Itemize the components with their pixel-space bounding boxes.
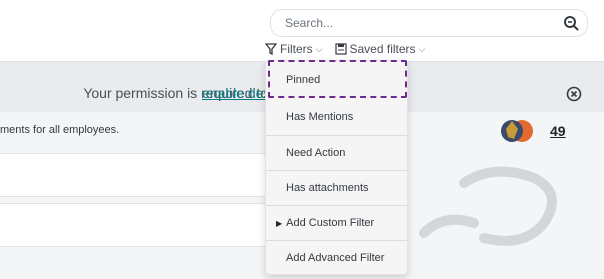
filter-icon bbox=[265, 43, 277, 55]
filters-label: Filters bbox=[280, 42, 313, 56]
saved-filters-toggle[interactable]: Saved filters ⌵ bbox=[334, 42, 426, 56]
message-text: ments for all employees. bbox=[0, 124, 120, 136]
filter-pinned[interactable]: Pinned bbox=[266, 62, 407, 97]
chevron-down-icon: ⌵ bbox=[418, 43, 426, 54]
filters-toggle[interactable]: Filters ⌵ bbox=[265, 42, 323, 56]
enable-notifications-link[interactable]: enable desktop notifications bbox=[202, 85, 268, 101]
add-advanced-filter[interactable]: Add Advanced Filter bbox=[266, 240, 407, 275]
close-icon[interactable] bbox=[566, 86, 582, 102]
caret-right-icon: ▶ bbox=[276, 218, 283, 228]
chevron-down-icon: ⌵ bbox=[315, 43, 323, 54]
filter-has-mentions[interactable]: Has Mentions bbox=[266, 99, 407, 134]
search-box[interactable] bbox=[270, 9, 588, 37]
search-icon[interactable] bbox=[563, 15, 579, 31]
add-custom-filter[interactable]: ▶ Add Custom Filter bbox=[266, 205, 407, 240]
filter-toolbar: Filters ⌵ Saved filters ⌵ bbox=[265, 40, 437, 58]
search-input[interactable] bbox=[285, 16, 545, 30]
saved-filters-icon bbox=[334, 43, 347, 55]
filter-need-action[interactable]: Need Action bbox=[266, 135, 407, 170]
follower-count[interactable]: 49 bbox=[550, 123, 566, 139]
saved-filters-label: Saved filters bbox=[349, 42, 416, 56]
follower-avatars[interactable] bbox=[498, 117, 538, 145]
top-bar: Filters ⌵ Saved filters ⌵ bbox=[0, 0, 604, 62]
filters-dropdown: Pinned Has Mentions Need Action Has atta… bbox=[265, 60, 408, 275]
filter-has-attachments[interactable]: Has attachments bbox=[266, 170, 407, 205]
background-illustration bbox=[419, 166, 557, 246]
